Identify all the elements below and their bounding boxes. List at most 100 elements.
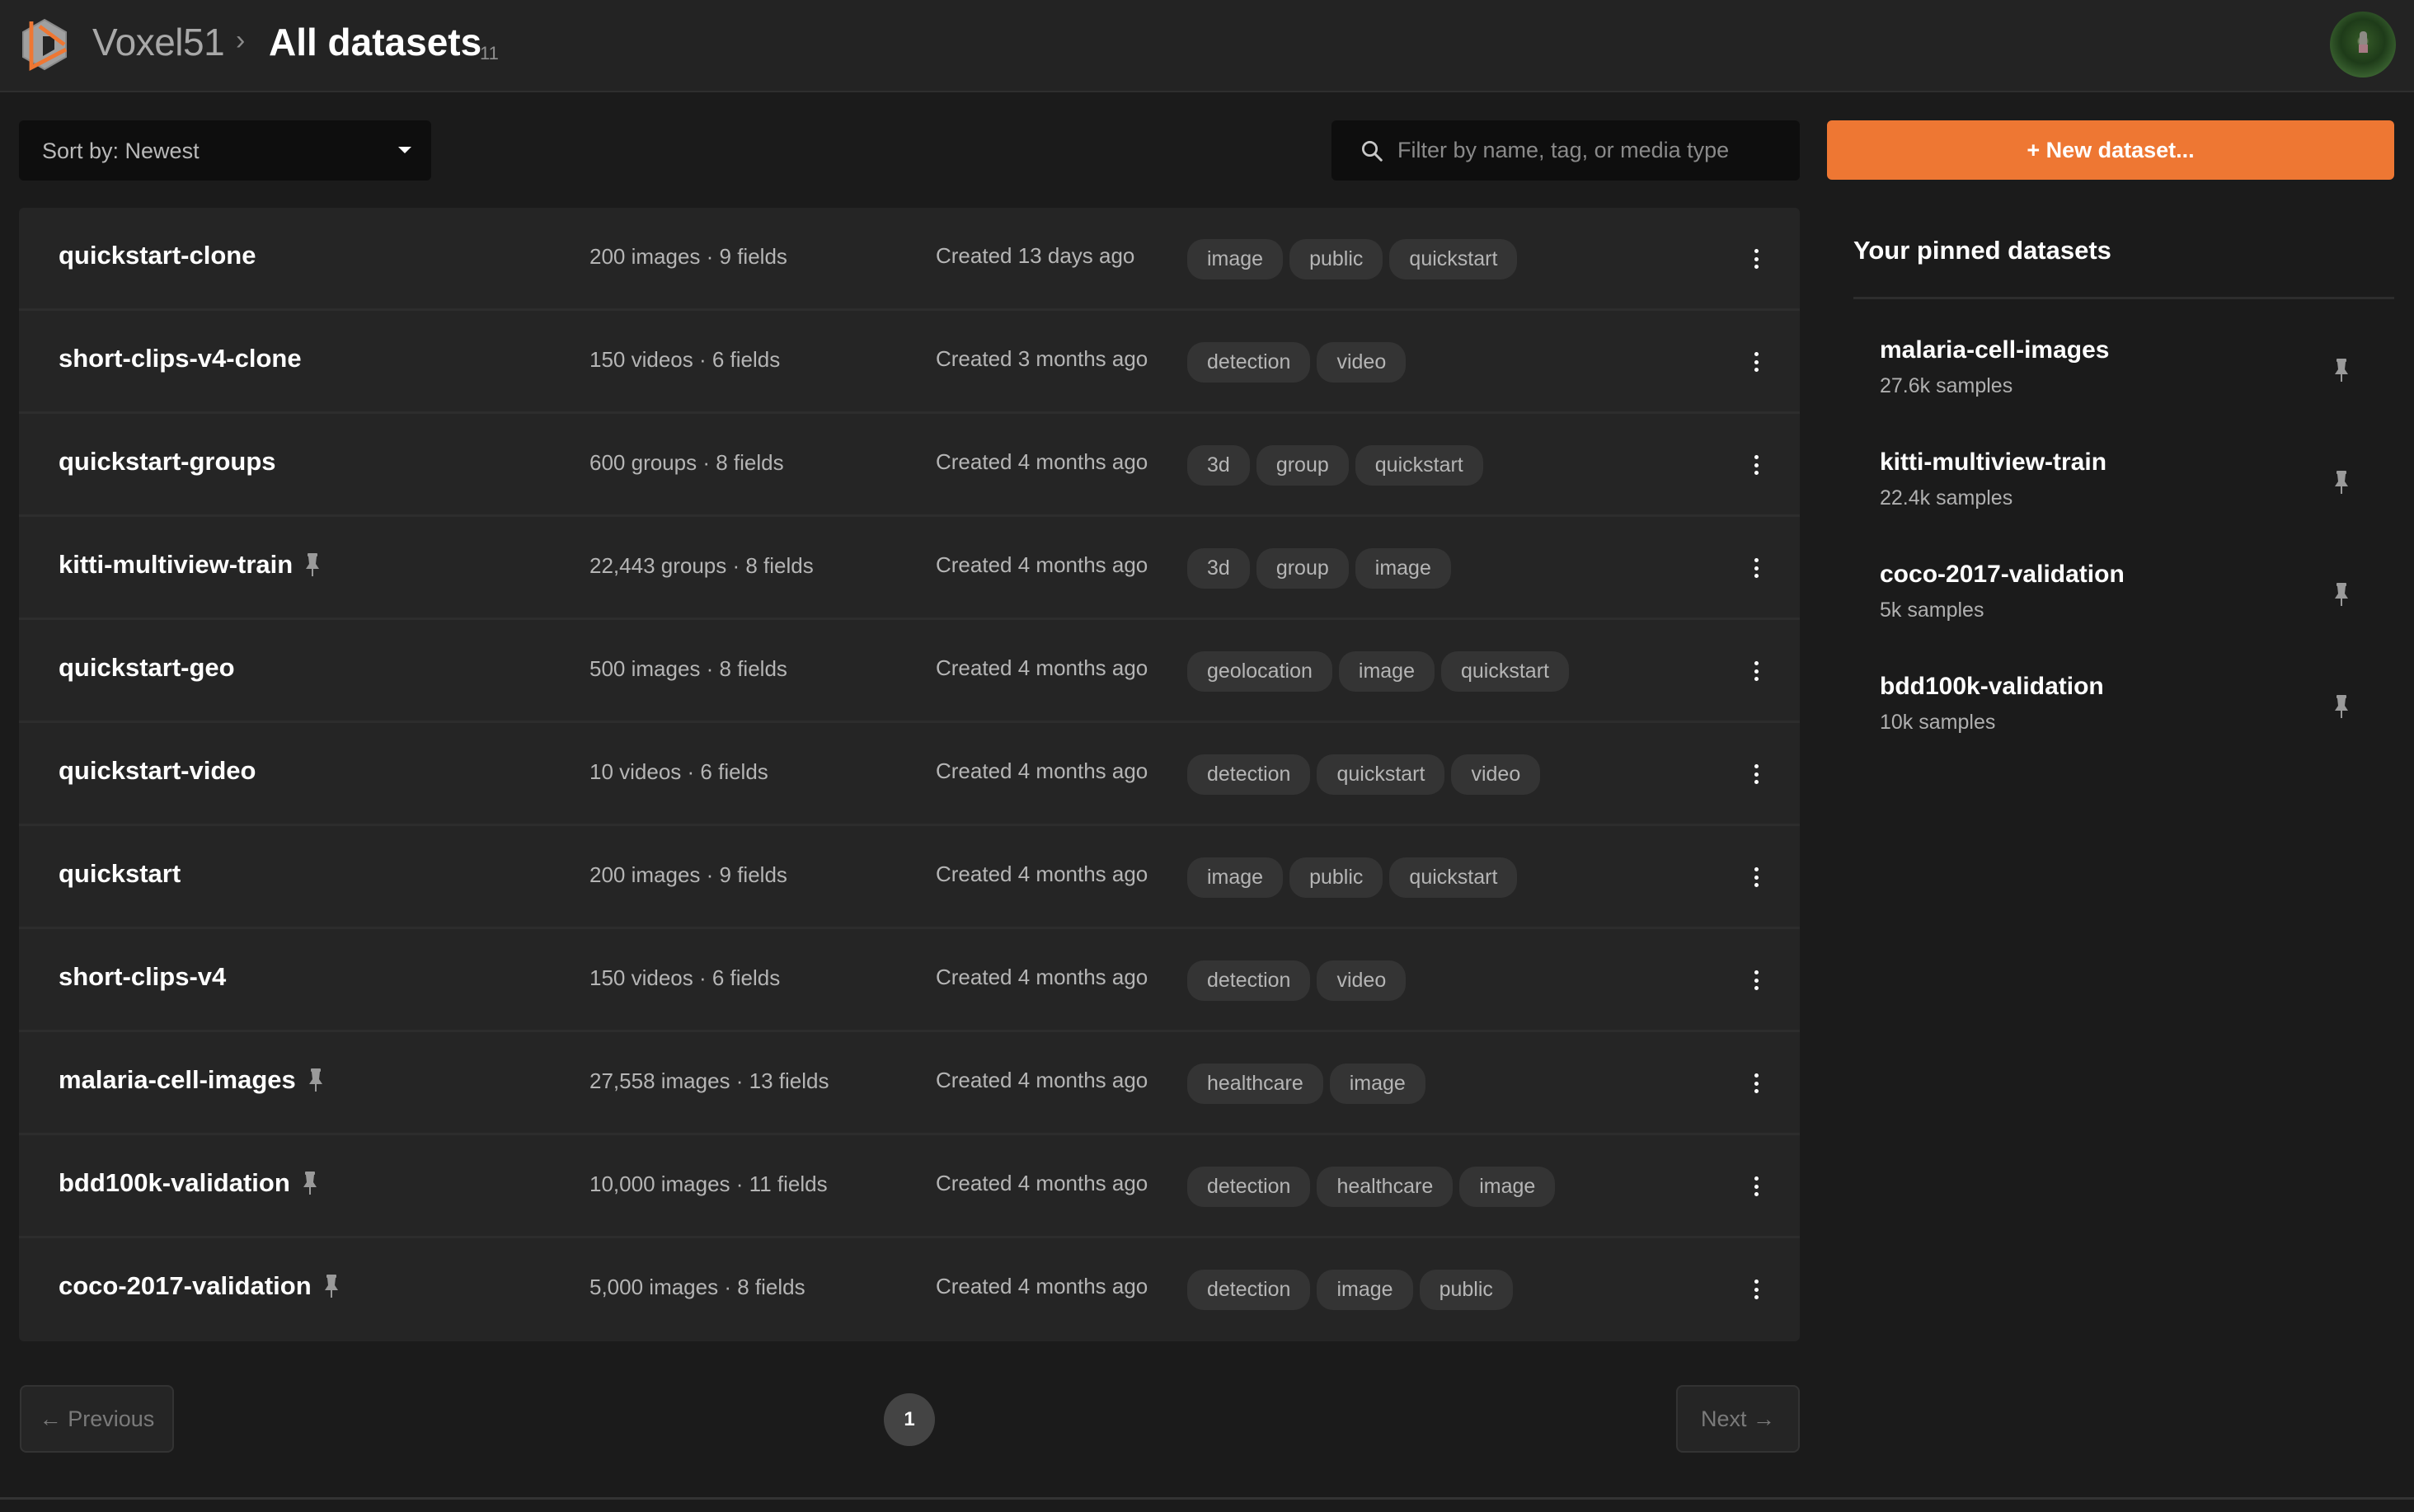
dataset-name[interactable]: kitti-multiview-train <box>59 550 321 580</box>
tag-chip[interactable]: image <box>1187 239 1284 279</box>
dataset-name[interactable]: short-clips-v4 <box>59 962 226 992</box>
dataset-name[interactable]: coco-2017-validation <box>59 1271 340 1301</box>
dataset-row[interactable]: malaria-cell-images 27,558 images · 13 fi… <box>19 1032 1800 1135</box>
next-page-button[interactable]: Next → <box>1676 1385 1800 1453</box>
tag-chip[interactable]: video <box>1317 960 1407 1001</box>
dataset-created: Created 4 months ago <box>936 758 1148 783</box>
search-icon <box>1362 141 1383 162</box>
tag-chip[interactable]: healthcare <box>1317 1167 1454 1207</box>
more-options-icon[interactable] <box>1744 862 1768 892</box>
dataset-row[interactable]: quickstart-groups 600 groups · 8 fields Cr… <box>19 414 1800 517</box>
new-dataset-button[interactable]: + New dataset... <box>1827 120 2394 180</box>
pinned-dataset-item[interactable]: coco-2017-validation 5k samples <box>1853 541 2394 632</box>
footer-divider <box>0 1497 2414 1500</box>
tag-chip[interactable]: image <box>1329 1064 1425 1104</box>
dataset-name[interactable]: quickstart-clone <box>59 241 256 270</box>
filter-field[interactable] <box>1331 120 1800 181</box>
dataset-tags: detection healthcare image <box>1187 1167 1556 1207</box>
pinned-dataset-item[interactable]: kitti-multiview-train 22.4k samples <box>1853 429 2394 519</box>
dataset-created: Created 4 months ago <box>936 449 1148 474</box>
tag-chip[interactable]: public <box>1289 857 1383 898</box>
pinned-dataset-item[interactable]: malaria-cell-images 27.6k samples <box>1853 317 2394 407</box>
sort-dropdown-label: Sort by: Newest <box>42 139 200 163</box>
tag-chip[interactable]: quickstart <box>1389 857 1518 898</box>
dataset-name[interactable]: quickstart <box>59 859 181 889</box>
more-options-icon[interactable] <box>1744 553 1768 583</box>
filter-input[interactable] <box>1397 120 1785 181</box>
unpin-icon[interactable] <box>2333 582 2350 607</box>
dataset-name-text: bdd100k-validation <box>59 1168 290 1197</box>
tag-chip[interactable]: image <box>1187 857 1284 898</box>
more-options-icon[interactable] <box>1744 965 1768 995</box>
previous-page-button[interactable]: ← Previous <box>20 1385 174 1453</box>
more-options-icon[interactable] <box>1744 450 1768 480</box>
tag-chip[interactable]: detection <box>1187 1167 1311 1207</box>
dataset-name[interactable]: malaria-cell-images <box>59 1065 324 1095</box>
unpin-icon[interactable] <box>2333 470 2350 495</box>
more-options-icon[interactable] <box>1744 347 1768 377</box>
tag-chip[interactable]: detection <box>1187 342 1311 383</box>
more-options-icon[interactable] <box>1744 244 1768 274</box>
tag-chip[interactable]: group <box>1256 548 1349 589</box>
tag-chip[interactable]: quickstart <box>1389 239 1518 279</box>
more-options-icon[interactable] <box>1744 1172 1768 1201</box>
tag-chip[interactable]: image <box>1459 1167 1556 1207</box>
more-options-icon[interactable] <box>1744 1068 1768 1098</box>
dataset-row[interactable]: quickstart-video 10 videos · 6 fields Crea… <box>19 723 1800 826</box>
dataset-stats: 150 videos · 6 fields <box>589 347 781 372</box>
dataset-name-text: quickstart-video <box>59 756 256 785</box>
tag-chip[interactable]: public <box>1289 239 1383 279</box>
dataset-row[interactable]: coco-2017-validation 5,000 images · 8 fie… <box>19 1238 1800 1341</box>
user-avatar[interactable] <box>2330 12 2396 77</box>
tag-chip[interactable]: detection <box>1187 960 1311 1001</box>
tag-chip[interactable]: detection <box>1187 1270 1311 1310</box>
pin-icon <box>304 552 321 577</box>
more-options-icon[interactable] <box>1744 656 1768 686</box>
breadcrumb-brand[interactable]: Voxel51 <box>92 20 225 64</box>
tag-chip[interactable]: quickstart <box>1355 445 1483 486</box>
dataset-tags: detection image public <box>1187 1270 1513 1310</box>
tag-chip[interactable]: quickstart <box>1317 754 1445 795</box>
pinned-dataset-samples: 10k samples <box>1880 711 1996 734</box>
dataset-stats: 5,000 images · 8 fields <box>589 1275 805 1299</box>
dataset-row[interactable]: kitti-multiview-train 22,443 groups · 8 f… <box>19 517 1800 620</box>
page-number-current[interactable]: 1 <box>884 1393 935 1446</box>
dataset-name[interactable]: bdd100k-validation <box>59 1168 318 1198</box>
dataset-stats: 200 images · 9 fields <box>589 244 787 269</box>
tag-chip[interactable]: image <box>1355 548 1451 589</box>
tag-chip[interactable]: geolocation <box>1187 651 1332 692</box>
pinned-dataset-samples: 27.6k samples <box>1880 374 2013 397</box>
unpin-icon[interactable] <box>2333 358 2350 383</box>
pinned-dataset-name: bdd100k-validation <box>1880 673 2104 700</box>
dataset-name[interactable]: quickstart-geo <box>59 653 235 683</box>
dataset-name[interactable]: quickstart-groups <box>59 447 276 477</box>
tag-chip[interactable]: image <box>1338 651 1435 692</box>
voxel51-logo-icon[interactable] <box>18 16 71 73</box>
dataset-row[interactable]: quickstart 200 images · 9 fields Created 4… <box>19 826 1800 929</box>
tag-chip[interactable]: 3d <box>1187 548 1250 589</box>
dataset-row[interactable]: quickstart-geo 500 images · 8 fields Creat… <box>19 620 1800 723</box>
dataset-name-text: quickstart-groups <box>59 447 276 476</box>
dataset-created: Created 4 months ago <box>936 1274 1148 1298</box>
dataset-name[interactable]: quickstart-video <box>59 756 256 786</box>
tag-chip[interactable]: detection <box>1187 754 1311 795</box>
sort-dropdown[interactable]: Sort by: Newest <box>19 120 431 181</box>
tag-chip[interactable]: group <box>1256 445 1349 486</box>
tag-chip[interactable]: video <box>1317 342 1407 383</box>
dataset-row[interactable]: quickstart-clone 200 images · 9 fields Cre… <box>19 208 1800 311</box>
tag-chip[interactable]: image <box>1317 1270 1413 1310</box>
pinned-dataset-item[interactable]: bdd100k-validation 10k samples <box>1853 653 2394 744</box>
unpin-icon[interactable] <box>2333 694 2350 719</box>
tag-chip[interactable]: video <box>1451 754 1541 795</box>
more-options-icon[interactable] <box>1744 759 1768 789</box>
more-options-icon[interactable] <box>1744 1275 1768 1304</box>
tag-chip[interactable]: 3d <box>1187 445 1250 486</box>
dataset-name[interactable]: short-clips-v4-clone <box>59 344 302 373</box>
dataset-row[interactable]: bdd100k-validation 10,000 images · 11 fie… <box>19 1135 1800 1238</box>
tag-chip[interactable]: public <box>1419 1270 1513 1310</box>
tag-chip[interactable]: healthcare <box>1187 1064 1323 1104</box>
tag-chip[interactable]: quickstart <box>1440 651 1569 692</box>
dataset-row[interactable]: short-clips-v4-clone 150 videos · 6 field… <box>19 311 1800 414</box>
dataset-row[interactable]: short-clips-v4 150 videos · 6 fields Creat… <box>19 929 1800 1032</box>
dataset-tags: image public quickstart <box>1187 239 1518 279</box>
